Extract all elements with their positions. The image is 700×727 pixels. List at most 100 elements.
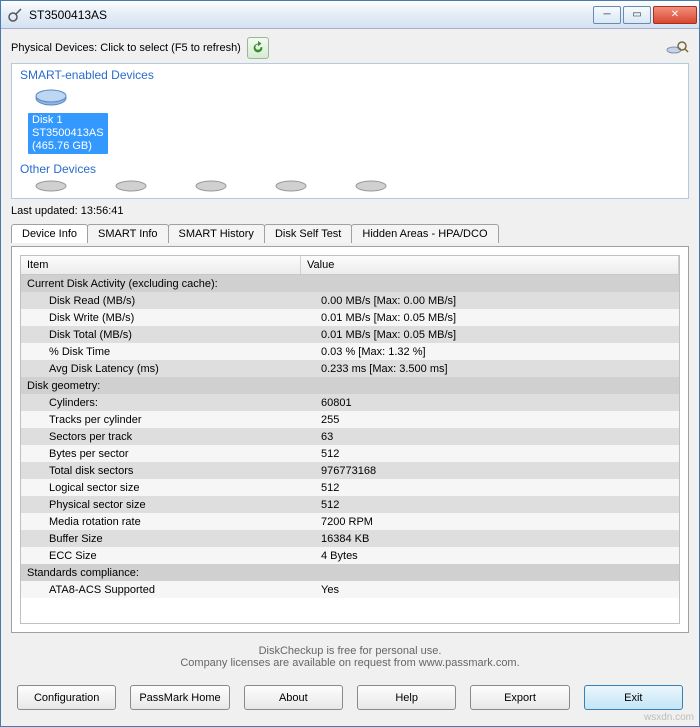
footer-text: DiskCheckup is free for personal use. Co… <box>11 637 689 677</box>
row-item: Disk Write (MB/s) <box>21 312 321 324</box>
table-row[interactable]: Disk geometry: <box>21 377 679 394</box>
physical-devices-label: Physical Devices: Click to select (F5 to… <box>11 42 241 54</box>
row-item: Cylinders: <box>21 397 321 409</box>
row-item: ECC Size <box>21 550 321 562</box>
last-updated: Last updated: 13:56:41 <box>11 205 689 217</box>
row-item: ATA8-ACS Supported <box>21 584 321 596</box>
app-icon <box>7 7 23 23</box>
table-row[interactable]: Standards compliance: <box>21 564 679 581</box>
row-item: Total disk sectors <box>21 465 321 477</box>
footer-line2: Company licenses are available on reques… <box>11 657 689 669</box>
table-row[interactable]: Bytes per sector512 <box>21 445 679 462</box>
other-devices-section: Other Devices <box>20 162 680 196</box>
grid-rows: Current Disk Activity (excluding cache):… <box>21 275 679 598</box>
footer-line1: DiskCheckup is free for personal use. <box>11 645 689 657</box>
table-row[interactable]: Current Disk Activity (excluding cache): <box>21 275 679 292</box>
row-value: 60801 <box>321 397 679 409</box>
row-value: 976773168 <box>321 465 679 477</box>
row-value: 512 <box>321 482 679 494</box>
table-row[interactable]: Total disk sectors976773168 <box>21 462 679 479</box>
drive-icon[interactable] <box>194 178 228 192</box>
tab-hidden-areas[interactable]: Hidden Areas - HPA/DCO <box>351 224 498 243</box>
row-item: Physical sector size <box>21 499 321 511</box>
exit-button[interactable]: Exit <box>584 685 683 710</box>
drive-icon[interactable] <box>354 178 388 192</box>
row-item: Current Disk Activity (excluding cache): <box>21 278 321 290</box>
row-value: 512 <box>321 448 679 460</box>
devices-panel: SMART-enabled Devices Disk 1ST3500413AS(… <box>11 63 689 199</box>
info-grid[interactable]: Item Value Current Disk Activity (exclud… <box>20 255 680 624</box>
passmark-home-button[interactable]: PassMark Home <box>130 685 229 710</box>
other-drives <box>20 178 680 196</box>
tab-disk-self-test[interactable]: Disk Self Test <box>264 224 352 243</box>
tab-device-info[interactable]: Device Info <box>11 224 88 243</box>
table-row[interactable]: Physical sector size512 <box>21 496 679 513</box>
row-item: Disk geometry: <box>21 380 321 392</box>
smart-devices-header: SMART-enabled Devices <box>20 68 680 82</box>
row-item: Logical sector size <box>21 482 321 494</box>
row-value: 63 <box>321 431 679 443</box>
row-value: 0.00 MB/s [Max: 0.00 MB/s] <box>321 295 679 307</box>
disk-model: ST3500413AS <box>32 127 104 139</box>
row-item: Standards compliance: <box>21 567 321 579</box>
col-value[interactable]: Value <box>301 256 679 274</box>
table-row[interactable]: ATA8-ACS SupportedYes <box>21 581 679 598</box>
table-row[interactable]: Disk Total (MB/s)0.01 MB/s [Max: 0.05 MB… <box>21 326 679 343</box>
row-value: 4 Bytes <box>321 550 679 562</box>
table-row[interactable]: Tracks per cylinder255 <box>21 411 679 428</box>
help-button[interactable]: Help <box>357 685 456 710</box>
app-window: ST3500413AS ─ ▭ ✕ Physical Devices: Clic… <box>0 0 700 727</box>
row-value: 0.01 MB/s [Max: 0.05 MB/s] <box>321 312 679 324</box>
row-value: 0.233 ms [Max: 3.500 ms] <box>321 363 679 375</box>
tabs: Device Info SMART Info SMART History Dis… <box>11 223 689 242</box>
table-row[interactable]: Cylinders:60801 <box>21 394 679 411</box>
refresh-button[interactable] <box>247 37 269 59</box>
search-disk-icon[interactable] <box>665 38 689 58</box>
export-button[interactable]: Export <box>470 685 569 710</box>
physical-devices-row: Physical Devices: Click to select (F5 to… <box>11 37 689 59</box>
drive-icon[interactable] <box>34 178 68 192</box>
button-bar: Configuration PassMark Home About Help E… <box>11 681 689 718</box>
watermark: wsxdn.com <box>644 712 694 723</box>
row-item: Avg Disk Latency (ms) <box>21 363 321 375</box>
table-row[interactable]: Disk Write (MB/s)0.01 MB/s [Max: 0.05 MB… <box>21 309 679 326</box>
disk-size: (465.76 GB) <box>32 140 92 152</box>
tab-body: Item Value Current Disk Activity (exclud… <box>11 246 689 633</box>
maximize-button[interactable]: ▭ <box>623 6 651 24</box>
close-button[interactable]: ✕ <box>653 6 697 24</box>
table-row[interactable]: % Disk Time0.03 % [Max: 1.32 %] <box>21 343 679 360</box>
disk-icon[interactable] <box>34 88 68 111</box>
table-row[interactable]: Disk Read (MB/s)0.00 MB/s [Max: 0.00 MB/… <box>21 292 679 309</box>
row-value: 0.01 MB/s [Max: 0.05 MB/s] <box>321 329 679 341</box>
table-row[interactable]: Sectors per track63 <box>21 428 679 445</box>
window-buttons: ─ ▭ ✕ <box>591 6 697 24</box>
drive-icon[interactable] <box>114 178 148 192</box>
minimize-button[interactable]: ─ <box>593 6 621 24</box>
col-item[interactable]: Item <box>21 256 301 274</box>
row-value: 16384 KB <box>321 533 679 545</box>
row-item: Sectors per track <box>21 431 321 443</box>
row-item: Tracks per cylinder <box>21 414 321 426</box>
row-item: Disk Read (MB/s) <box>21 295 321 307</box>
tab-smart-history[interactable]: SMART History <box>168 224 265 243</box>
content-area: Physical Devices: Click to select (F5 to… <box>1 29 699 726</box>
row-item: % Disk Time <box>21 346 321 358</box>
row-item: Buffer Size <box>21 533 321 545</box>
table-row[interactable]: Media rotation rate7200 RPM <box>21 513 679 530</box>
tab-smart-info[interactable]: SMART Info <box>87 224 169 243</box>
window-title: ST3500413AS <box>29 8 591 22</box>
table-row[interactable]: Buffer Size16384 KB <box>21 530 679 547</box>
configuration-button[interactable]: Configuration <box>17 685 116 710</box>
row-value: 512 <box>321 499 679 511</box>
disk-name: Disk 1 <box>32 114 63 126</box>
row-item: Media rotation rate <box>21 516 321 528</box>
row-value: 7200 RPM <box>321 516 679 528</box>
table-row[interactable]: Avg Disk Latency (ms)0.233 ms [Max: 3.50… <box>21 360 679 377</box>
selected-disk[interactable]: Disk 1ST3500413AS(465.76 GB) <box>28 113 680 154</box>
drive-icon[interactable] <box>274 178 308 192</box>
row-item: Bytes per sector <box>21 448 321 460</box>
grid-header: Item Value <box>21 256 679 275</box>
about-button[interactable]: About <box>244 685 343 710</box>
table-row[interactable]: ECC Size4 Bytes <box>21 547 679 564</box>
table-row[interactable]: Logical sector size512 <box>21 479 679 496</box>
